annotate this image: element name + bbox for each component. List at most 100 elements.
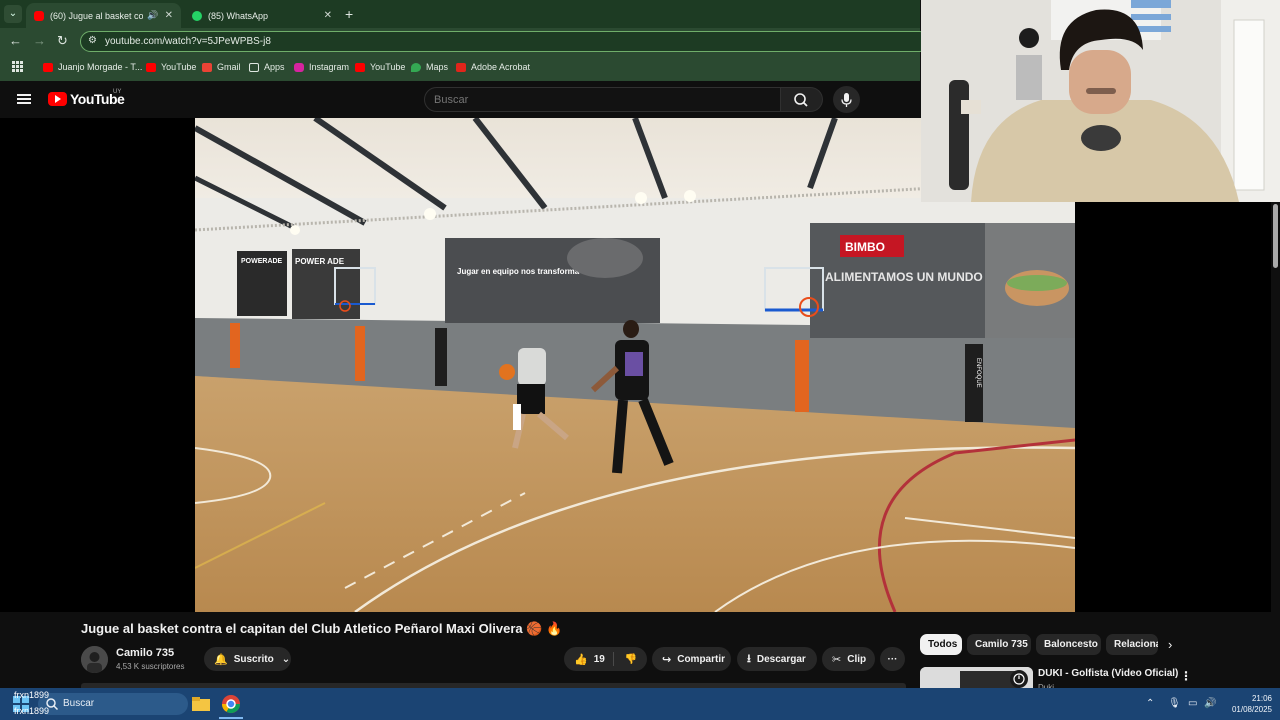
close-tab-icon[interactable]: ✕ [165, 10, 173, 21]
address-bar[interactable]: ⚙ youtube.com/watch?v=5JPeWPBS-j8 [80, 31, 930, 52]
bookmark-label: Gmail [217, 62, 241, 72]
download-label: Descargar [756, 653, 806, 665]
browser-toolbar: ← → ↻ ⚙ youtube.com/watch?v=5JPeWPBS-j8 [0, 28, 930, 55]
bookmark-label: YouTube [161, 62, 197, 72]
bookmark-youtube-2[interactable]: YouTube [355, 62, 405, 72]
windows-taskbar: Buscar frxn1899 frxn1899 ⌃ 🎙 ▭ 🔊 21:06 0… [0, 688, 1280, 720]
volume-icon[interactable]: 🔊 [1204, 698, 1216, 709]
stream-overlay-text: frxn1899 [14, 706, 50, 716]
recommendation-thumbnail[interactable] [920, 667, 1033, 688]
webcam-frame [921, 0, 1280, 202]
like-icon[interactable]: 👍 [574, 653, 588, 666]
youtube-icon [146, 62, 156, 72]
youtube-icon [355, 62, 365, 72]
channel-name[interactable]: Camilo 735 [116, 647, 174, 659]
speaker-icon[interactable]: 🔊 [147, 10, 158, 21]
chevron-down-icon: ⌄ [281, 653, 291, 665]
microphone-icon [841, 93, 852, 107]
search-input[interactable] [434, 92, 764, 108]
subscriber-count: 4,53 K suscriptores [116, 662, 185, 671]
adobe-acrobat-icon [456, 62, 466, 72]
channel-avatar[interactable] [81, 646, 108, 673]
taskbar-search[interactable]: Buscar [38, 693, 188, 715]
bookmark-label: Apps [264, 62, 285, 72]
bookmark-gmail[interactable]: Gmail [202, 62, 241, 72]
banner-brand: BIMBO [845, 240, 885, 254]
site-info-icon[interactable]: ⚙ [88, 35, 97, 46]
recommendation-menu-icon[interactable]: ⋮ [1180, 669, 1192, 683]
bookmarks-bar: Juanjo Morgade - T... YouTube Gmail Apps… [0, 55, 920, 81]
search-icon [794, 93, 808, 107]
file-explorer-icon[interactable] [192, 697, 210, 711]
tab-label: (60) Jugue al basket contra [50, 10, 144, 21]
bookmark-label: Adobe Acrobat [471, 62, 531, 72]
stream-overlay-text: frxn1899 [14, 690, 50, 700]
subscribe-label: Suscrito [233, 653, 274, 665]
chip-relacionados[interactable]: Relaciona [1106, 634, 1158, 655]
youtube-icon [43, 62, 53, 72]
recommendation-title[interactable]: DUKI - Golfista (Video Oficial) [1038, 668, 1178, 679]
banner-text: POWER ADE [295, 257, 345, 266]
like-divider [613, 652, 614, 666]
clip-label: Clip [847, 653, 867, 665]
bookmark-adobe[interactable]: Adobe Acrobat [456, 62, 530, 72]
scrollbar-thumb[interactable] [1273, 204, 1278, 268]
microphone-tray-icon[interactable]: 🎙 [1168, 698, 1181, 709]
page-scrollbar[interactable] [1271, 202, 1280, 687]
tab-whatsapp[interactable]: (85) WhatsApp ✕ [184, 3, 340, 28]
tab-youtube[interactable]: (60) Jugue al basket contra 🔊 ✕ [26, 3, 181, 28]
clip-button[interactable]: ✂ Clip [822, 647, 875, 671]
scissors-icon: ✂ [832, 653, 842, 666]
bookmark-maps[interactable]: Maps [411, 62, 448, 72]
show-hidden-icons-icon[interactable]: ⌃ [1146, 698, 1154, 709]
close-tab-icon[interactable]: ✕ [324, 10, 332, 21]
chip-baloncesto[interactable]: Baloncesto [1036, 634, 1101, 655]
forward-arrow-icon[interactable]: → [33, 33, 46, 48]
share-label: Compartir [677, 653, 726, 665]
tab-label: (85) WhatsApp [208, 10, 269, 21]
more-actions-button[interactable]: ··· [880, 647, 905, 671]
pad-text: ENFOQUE [975, 358, 981, 388]
bell-icon: 🔔 [214, 653, 228, 666]
share-icon: ↪ [662, 653, 672, 666]
clock-time: 21:06 [1251, 694, 1272, 703]
bookmark-apps[interactable]: Apps [249, 62, 285, 72]
download-button[interactable]: ⭳ Descargar [737, 647, 817, 671]
maps-icon [411, 62, 421, 72]
instagram-icon [294, 62, 304, 72]
subscribe-button[interactable]: 🔔 Suscrito ⌄ [204, 647, 291, 671]
share-button[interactable]: ↪ Compartir [652, 647, 731, 671]
dislike-icon[interactable]: 👎 [625, 654, 637, 665]
new-tab-button[interactable]: + [345, 6, 353, 22]
bookmark-label: Instagram [309, 62, 350, 72]
chip-todos[interactable]: Todos [920, 634, 962, 655]
back-arrow-icon[interactable]: ← [9, 33, 22, 48]
tab-search-dropdown-button[interactable]: ⌄ [4, 5, 22, 23]
search-button[interactable] [781, 87, 823, 112]
bookmark-label: Juanjo Morgade - T... [58, 62, 143, 72]
thumbnail-image [920, 667, 1033, 688]
url-text[interactable]: youtube.com/watch?v=5JPeWPBS-j8 [105, 36, 271, 47]
system-clock[interactable]: 21:06 01/08/2025 [1226, 693, 1272, 715]
bookmark-youtube[interactable]: YouTube [146, 62, 196, 72]
bookmark-instagram[interactable]: Instagram [294, 62, 349, 72]
video-title: Jugue al basket contra el capitan del Cl… [81, 621, 563, 636]
reload-icon[interactable]: ↻ [57, 33, 68, 49]
chrome-icon[interactable] [221, 694, 241, 714]
menu-icon[interactable] [17, 94, 31, 104]
folder-icon [249, 62, 259, 72]
active-app-indicator [219, 717, 243, 719]
network-icon[interactable]: ▭ [1188, 698, 1197, 709]
clock-date: 01/08/2025 [1231, 705, 1272, 714]
chevron-right-icon[interactable]: › [1168, 637, 1172, 652]
webcam-overlay [921, 0, 1280, 202]
taskbar-search-label: Buscar [63, 698, 95, 709]
bookmark-juanjo[interactable]: Juanjo Morgade - T... [43, 62, 142, 72]
youtube-logo-icon[interactable] [48, 92, 67, 106]
chip-channel[interactable]: Camilo 735 [967, 634, 1031, 655]
like-count[interactable]: 19 [594, 654, 605, 665]
apps-grid-icon[interactable] [12, 61, 23, 72]
download-icon: ⭳ [747, 652, 751, 665]
voice-search-button[interactable] [833, 86, 860, 113]
gmail-icon [202, 62, 212, 72]
